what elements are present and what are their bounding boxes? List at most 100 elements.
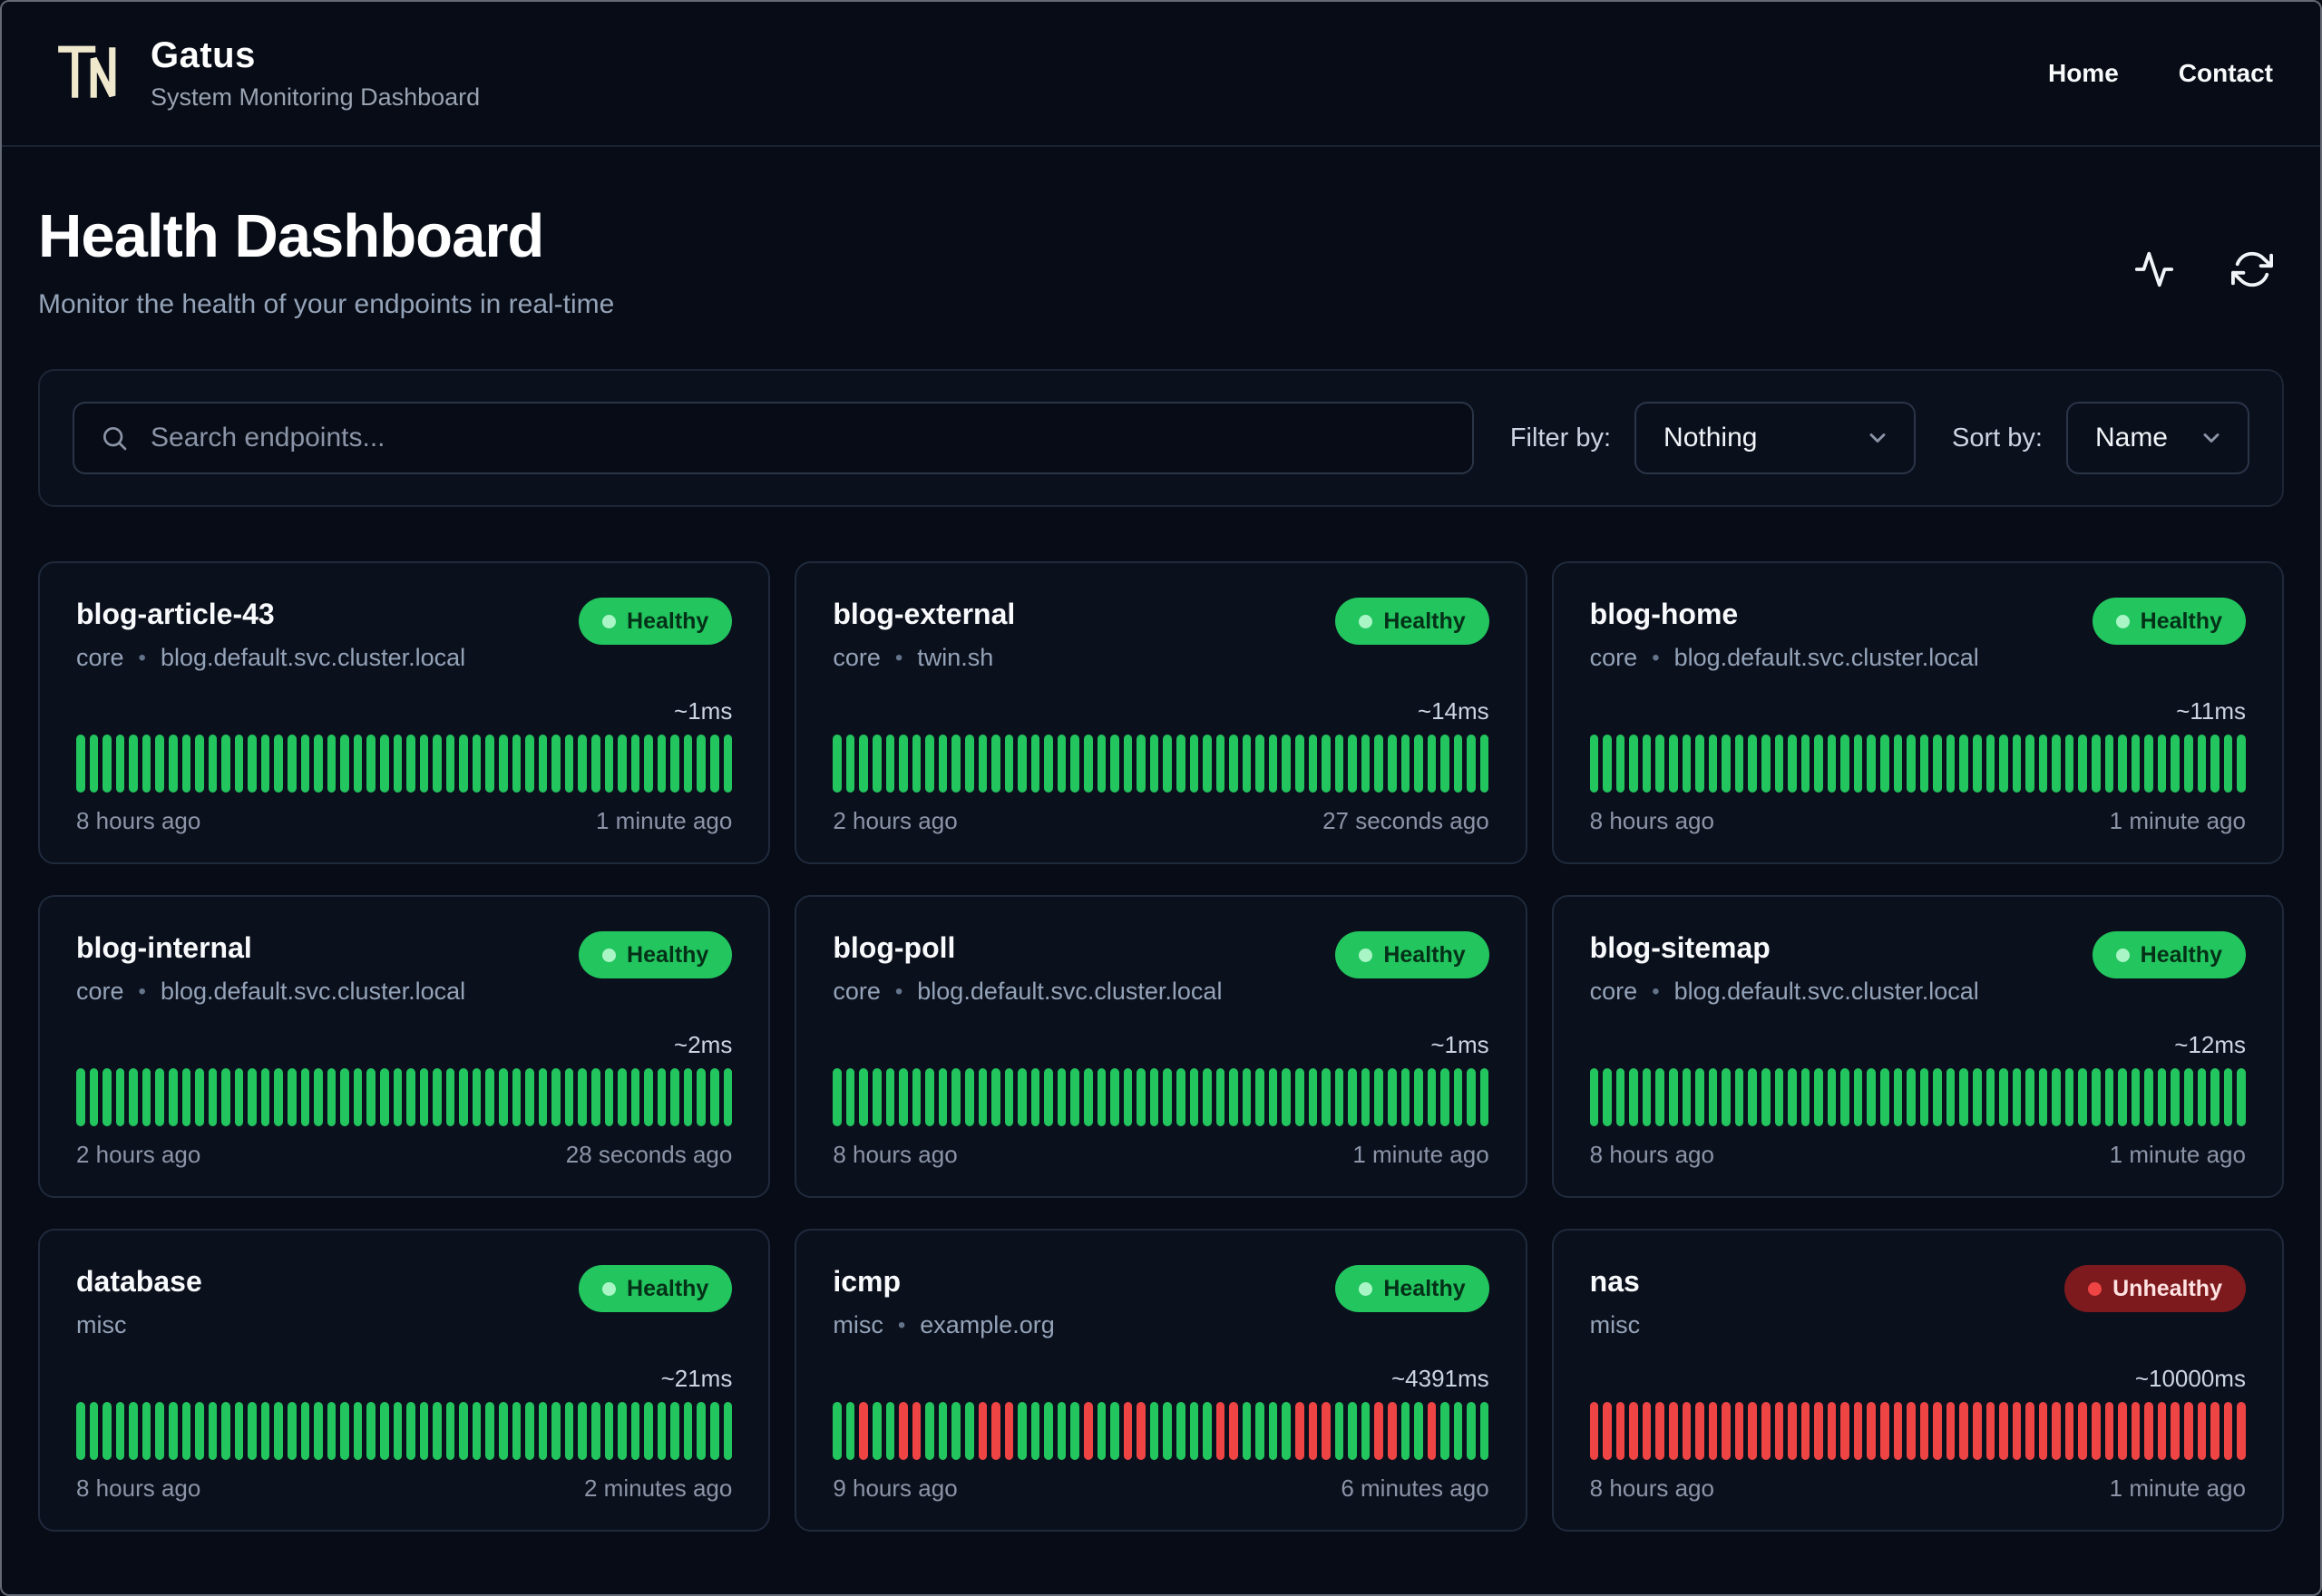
uptime-bar[interactable]	[1867, 1402, 1877, 1460]
uptime-bar[interactable]	[1999, 1402, 2008, 1460]
uptime-bar[interactable]	[1030, 1402, 1040, 1460]
endpoint-card[interactable]: nas misc Unhealthy ~10000ms 8 hours ago …	[1551, 1229, 2284, 1532]
uptime-bar[interactable]	[1867, 735, 1877, 793]
uptime-bar[interactable]	[168, 1068, 178, 1126]
uptime-bar[interactable]	[578, 1068, 587, 1126]
uptime-bar[interactable]	[1414, 735, 1423, 793]
uptime-bar[interactable]	[314, 735, 323, 793]
uptime-bar[interactable]	[1268, 1402, 1278, 1460]
uptime-bar[interactable]	[859, 735, 869, 793]
uptime-bar[interactable]	[353, 1068, 363, 1126]
uptime-bar[interactable]	[2210, 1068, 2220, 1126]
uptime-bar[interactable]	[221, 735, 230, 793]
uptime-bar[interactable]	[2038, 1402, 2048, 1460]
uptime-bar[interactable]	[951, 735, 961, 793]
uptime-bar[interactable]	[1748, 1068, 1757, 1126]
uptime-bar[interactable]	[459, 1402, 468, 1460]
uptime-bar[interactable]	[1348, 1068, 1357, 1126]
uptime-bar[interactable]	[1589, 1402, 1599, 1460]
uptime-bar[interactable]	[991, 1068, 1000, 1126]
uptime-bar[interactable]	[1761, 735, 1771, 793]
uptime-bar[interactable]	[1070, 735, 1080, 793]
uptime-bar[interactable]	[260, 735, 270, 793]
uptime-bar[interactable]	[1642, 1068, 1652, 1126]
uptime-bar[interactable]	[630, 735, 640, 793]
uptime-bar[interactable]	[1853, 735, 1863, 793]
uptime-bar[interactable]	[155, 1402, 164, 1460]
uptime-bar[interactable]	[1629, 735, 1638, 793]
uptime-bar[interactable]	[1453, 1068, 1463, 1126]
uptime-bar[interactable]	[1242, 1068, 1252, 1126]
uptime-bar[interactable]	[1427, 1068, 1437, 1126]
uptime-bar[interactable]	[873, 1068, 882, 1126]
uptime-bar[interactable]	[1946, 1068, 1956, 1126]
uptime-bar[interactable]	[366, 1068, 376, 1126]
uptime-bar[interactable]	[1985, 1068, 1995, 1126]
uptime-bar[interactable]	[1933, 1402, 1942, 1460]
uptime-bar[interactable]	[1682, 735, 1692, 793]
uptime-bar[interactable]	[340, 735, 349, 793]
uptime-bar[interactable]	[155, 735, 164, 793]
uptime-bar[interactable]	[274, 735, 283, 793]
uptime-bar[interactable]	[1933, 735, 1942, 793]
uptime-bar[interactable]	[1840, 1068, 1849, 1126]
uptime-bar[interactable]	[1695, 735, 1704, 793]
uptime-bar[interactable]	[578, 1402, 587, 1460]
uptime-bar[interactable]	[964, 1402, 974, 1460]
uptime-bar[interactable]	[300, 1068, 310, 1126]
uptime-bar[interactable]	[1479, 1068, 1489, 1126]
uptime-bar[interactable]	[590, 735, 600, 793]
uptime-bar[interactable]	[538, 1068, 548, 1126]
uptime-bar[interactable]	[1695, 1068, 1704, 1126]
uptime-bar[interactable]	[710, 1068, 719, 1126]
uptime-bar[interactable]	[964, 1068, 974, 1126]
uptime-bar[interactable]	[1044, 1402, 1053, 1460]
uptime-bar[interactable]	[221, 1068, 230, 1126]
uptime-bar[interactable]	[1615, 735, 1625, 793]
uptime-bar[interactable]	[1479, 1402, 1489, 1460]
uptime-bar[interactable]	[899, 1068, 908, 1126]
uptime-bar[interactable]	[1774, 1068, 1784, 1126]
endpoint-card[interactable]: blog-external core • twin.sh Healthy ~14…	[795, 561, 1527, 864]
uptime-bar[interactable]	[1682, 1402, 1692, 1460]
uptime-bar[interactable]	[2025, 735, 2034, 793]
uptime-bar[interactable]	[845, 1068, 855, 1126]
uptime-bar[interactable]	[1761, 1402, 1771, 1460]
uptime-bar[interactable]	[234, 1068, 244, 1126]
uptime-bar[interactable]	[991, 1402, 1000, 1460]
uptime-bar[interactable]	[1137, 735, 1146, 793]
uptime-bar[interactable]	[1440, 735, 1449, 793]
uptime-bar[interactable]	[129, 1068, 138, 1126]
uptime-bar[interactable]	[485, 1068, 494, 1126]
uptime-bar[interactable]	[1282, 1402, 1292, 1460]
uptime-bar[interactable]	[2223, 735, 2233, 793]
endpoint-card[interactable]: database misc Healthy ~21ms 8 hours ago …	[38, 1229, 771, 1532]
uptime-bar[interactable]	[564, 1068, 574, 1126]
uptime-bar[interactable]	[1972, 1402, 1982, 1460]
uptime-bar[interactable]	[1972, 735, 1982, 793]
uptime-bar[interactable]	[604, 1402, 614, 1460]
uptime-bar[interactable]	[208, 735, 218, 793]
uptime-bar[interactable]	[1123, 735, 1133, 793]
uptime-bar[interactable]	[1387, 735, 1397, 793]
uptime-bar[interactable]	[1814, 1068, 1823, 1126]
uptime-bar[interactable]	[1893, 1068, 1903, 1126]
uptime-bar[interactable]	[129, 735, 138, 793]
uptime-bar[interactable]	[1334, 735, 1344, 793]
uptime-bar[interactable]	[1176, 1402, 1185, 1460]
uptime-bar[interactable]	[2038, 735, 2048, 793]
uptime-bar[interactable]	[76, 1402, 85, 1460]
uptime-bar[interactable]	[1788, 1402, 1797, 1460]
uptime-bar[interactable]	[433, 735, 442, 793]
uptime-bar[interactable]	[2118, 1068, 2127, 1126]
uptime-bar[interactable]	[833, 1068, 842, 1126]
uptime-bar[interactable]	[859, 1402, 869, 1460]
uptime-bar[interactable]	[366, 1402, 376, 1460]
uptime-bar[interactable]	[1669, 1068, 1678, 1126]
uptime-bar[interactable]	[938, 1068, 948, 1126]
uptime-bar[interactable]	[630, 1068, 640, 1126]
uptime-bar[interactable]	[393, 1402, 403, 1460]
uptime-bar[interactable]	[723, 1068, 733, 1126]
uptime-bar[interactable]	[1400, 735, 1410, 793]
sort-select[interactable]: Name	[2065, 402, 2249, 474]
